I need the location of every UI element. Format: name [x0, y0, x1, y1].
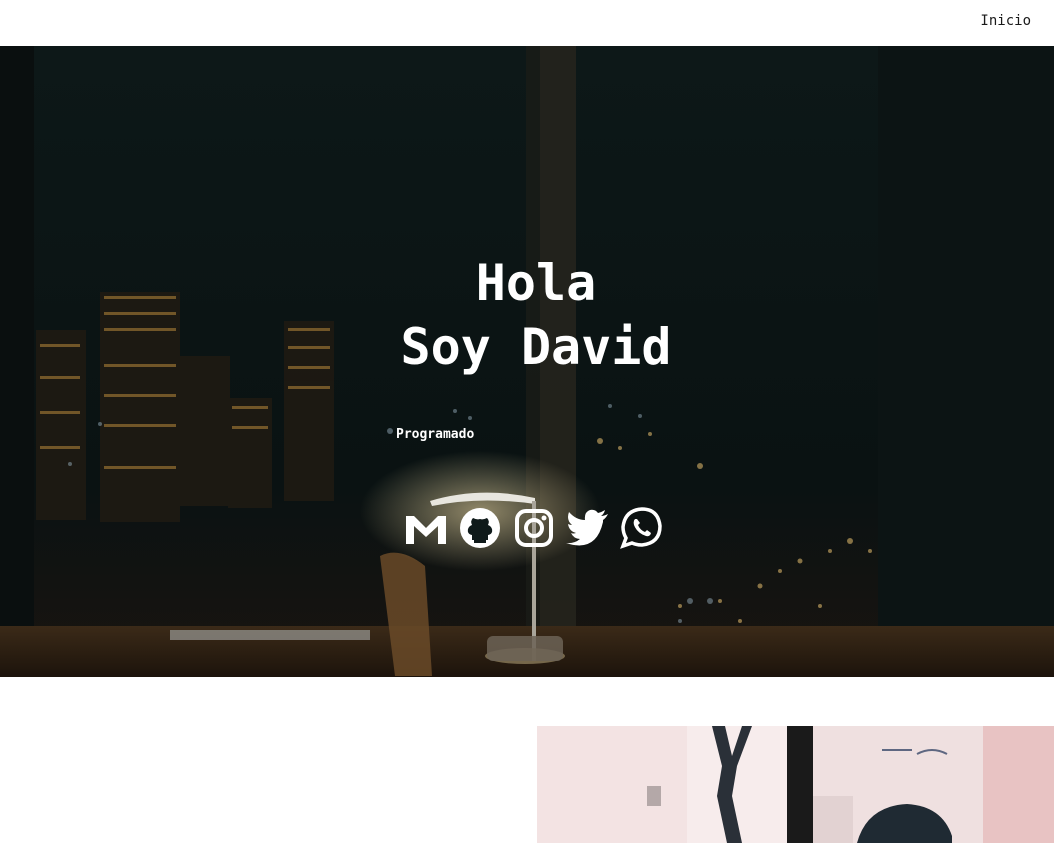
instagram-icon[interactable] [512, 506, 556, 550]
github-icon[interactable] [458, 506, 502, 550]
hero-subtitle: Programado [396, 427, 475, 442]
whatsapp-icon[interactable] [620, 506, 664, 550]
gmail-icon[interactable] [404, 506, 448, 550]
hero-title: Hola Soy David [0, 251, 1054, 379]
hero-title-line1: Hola [475, 254, 597, 312]
about-section-image [537, 726, 1054, 843]
top-navbar: Inicio [0, 0, 1054, 46]
nav-link-inicio[interactable]: Inicio [980, 13, 1031, 29]
hero-section: Hola Soy David Programado [0, 46, 1054, 677]
twitter-icon[interactable] [566, 506, 610, 550]
hero-title-line2: Soy David [400, 318, 672, 376]
social-links [404, 506, 664, 550]
